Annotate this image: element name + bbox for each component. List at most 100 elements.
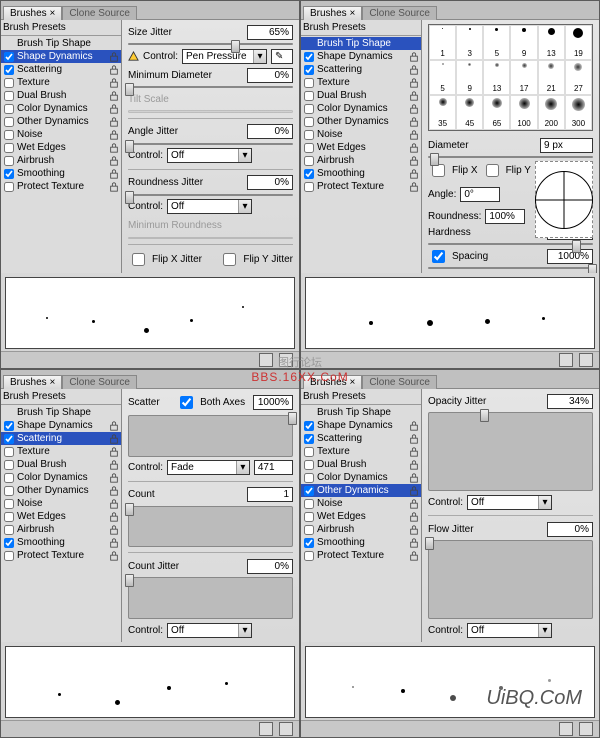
sidebar-checkbox[interactable] [4, 117, 14, 127]
count-slider[interactable] [128, 506, 293, 548]
sidebar-item-color-dynamics[interactable]: Color Dynamics [301, 471, 421, 484]
scatter-control-select[interactable]: Fade▾ [167, 460, 250, 475]
sidebar-item-scattering[interactable]: Scattering [1, 432, 121, 445]
lock-icon[interactable] [409, 551, 419, 561]
sidebar-item-wet-edges[interactable]: Wet Edges [301, 510, 421, 523]
sidebar-checkbox[interactable] [4, 434, 14, 444]
sidebar-checkbox[interactable] [4, 447, 14, 457]
sidebar-item-texture[interactable]: Texture [1, 76, 121, 89]
roundness-jitter-slider[interactable] [128, 194, 293, 196]
lock-icon[interactable] [409, 130, 419, 140]
lock-icon[interactable] [409, 117, 419, 127]
sidebar-item-brush-tip-shape[interactable]: Brush Tip Shape [1, 406, 121, 419]
sidebar-checkbox[interactable] [4, 143, 14, 153]
sidebar-checkbox[interactable] [304, 78, 314, 88]
sidebar-item-noise[interactable]: Noise [301, 497, 421, 510]
scatter-value[interactable]: 1000% [253, 395, 293, 410]
lock-icon[interactable] [409, 499, 419, 509]
flow-control-select[interactable]: Off▾ [467, 623, 552, 638]
sidebar-item-protect-texture[interactable]: Protect Texture [301, 180, 421, 193]
min-diameter-slider[interactable] [128, 86, 293, 88]
brush-preset-cell[interactable]: 100 [510, 95, 537, 130]
sidebar-checkbox[interactable] [304, 538, 314, 548]
lock-icon[interactable] [109, 421, 119, 431]
brush-presets-button[interactable]: Brush Presets [1, 20, 121, 36]
sidebar-checkbox[interactable] [304, 52, 314, 62]
sidebar-item-smoothing[interactable]: Smoothing [301, 167, 421, 180]
new-preset-icon[interactable] [559, 722, 573, 736]
trash-icon[interactable] [279, 722, 293, 736]
sidebar-item-color-dynamics[interactable]: Color Dynamics [1, 102, 121, 115]
sidebar-checkbox[interactable] [4, 91, 14, 101]
lock-icon[interactable] [409, 525, 419, 535]
sidebar-checkbox[interactable] [304, 421, 314, 431]
sidebar-checkbox[interactable] [4, 525, 14, 535]
sidebar-item-smoothing[interactable]: Smoothing [301, 536, 421, 549]
sidebar-item-dual-brush[interactable]: Dual Brush [1, 458, 121, 471]
sidebar-item-other-dynamics[interactable]: Other Dynamics [1, 484, 121, 497]
sidebar-item-airbrush[interactable]: Airbrush [1, 523, 121, 536]
sidebar-item-protect-texture[interactable]: Protect Texture [1, 549, 121, 562]
sidebar-checkbox[interactable] [4, 421, 14, 431]
sidebar-checkbox[interactable] [304, 169, 314, 179]
brush-tip-grid[interactable]: 135913195913172127354565100200300 [428, 24, 593, 131]
brush-preset-cell[interactable]: 5 [483, 25, 510, 60]
scatter-slider[interactable] [128, 415, 293, 457]
brush-preset-cell[interactable]: 5 [429, 60, 456, 95]
brush-preset-cell[interactable]: 35 [429, 95, 456, 130]
sidebar-item-shape-dynamics[interactable]: Shape Dynamics [1, 50, 121, 63]
sidebar-item-dual-brush[interactable]: Dual Brush [301, 458, 421, 471]
flow-jitter-value[interactable]: 0% [547, 522, 593, 537]
brush-preset-cell[interactable]: 21 [538, 60, 565, 95]
brush-presets-button[interactable]: Brush Presets [1, 389, 121, 405]
count-jitter-slider[interactable] [128, 577, 293, 619]
control-select[interactable]: Pen Pressure▾ [182, 49, 267, 64]
sidebar-checkbox[interactable] [304, 143, 314, 153]
brush-preset-cell[interactable]: 13 [538, 25, 565, 60]
sidebar-checkbox[interactable] [4, 65, 14, 75]
spacing-checkbox[interactable] [432, 250, 445, 263]
sidebar-item-color-dynamics[interactable]: Color Dynamics [301, 102, 421, 115]
lock-icon[interactable] [409, 538, 419, 548]
lock-icon[interactable] [109, 130, 119, 140]
spacing-slider[interactable] [428, 267, 593, 269]
brush-preset-cell[interactable]: 200 [538, 95, 565, 130]
lock-icon[interactable] [109, 512, 119, 522]
min-diameter-value[interactable]: 0% [247, 68, 293, 83]
brush-preset-cell[interactable]: 1 [429, 25, 456, 60]
spacing-value[interactable]: 1000% [547, 249, 593, 264]
trash-icon[interactable] [279, 353, 293, 367]
lock-icon[interactable] [109, 65, 119, 75]
count-value[interactable]: 1 [247, 487, 293, 502]
sidebar-item-other-dynamics[interactable]: Other Dynamics [1, 115, 121, 128]
sidebar-checkbox[interactable] [4, 169, 14, 179]
lock-icon[interactable] [109, 447, 119, 457]
brush-preset-cell[interactable]: 65 [483, 95, 510, 130]
sidebar-item-noise[interactable]: Noise [1, 128, 121, 141]
roundness-jitter-value[interactable]: 0% [247, 175, 293, 190]
sidebar-item-shape-dynamics[interactable]: Shape Dynamics [1, 419, 121, 432]
tab-brushes[interactable]: Brushes × [303, 6, 362, 20]
count-jitter-control-select[interactable]: Off▾ [167, 623, 252, 638]
lock-icon[interactable] [409, 421, 419, 431]
sidebar-checkbox[interactable] [304, 434, 314, 444]
lock-icon[interactable] [109, 169, 119, 179]
lock-icon[interactable] [109, 156, 119, 166]
sidebar-checkbox[interactable] [304, 473, 314, 483]
sidebar-checkbox[interactable] [4, 130, 14, 140]
sidebar-checkbox[interactable] [4, 104, 14, 114]
lock-icon[interactable] [409, 512, 419, 522]
sidebar-item-shape-dynamics[interactable]: Shape Dynamics [301, 419, 421, 432]
sidebar-item-wet-edges[interactable]: Wet Edges [1, 510, 121, 523]
tab-brushes[interactable]: Brushes × [3, 6, 62, 20]
opacity-control-select[interactable]: Off▾ [467, 495, 552, 510]
sidebar-item-noise[interactable]: Noise [1, 497, 121, 510]
lock-icon[interactable] [109, 473, 119, 483]
sidebar-item-texture[interactable]: Texture [301, 445, 421, 458]
sidebar-checkbox[interactable] [304, 182, 314, 192]
sidebar-checkbox[interactable] [4, 486, 14, 496]
diameter-value[interactable]: 9 px [540, 138, 593, 153]
size-jitter-value[interactable]: 65% [247, 25, 293, 40]
tab-brushes[interactable]: Brushes × [3, 375, 62, 389]
lock-icon[interactable] [409, 104, 419, 114]
